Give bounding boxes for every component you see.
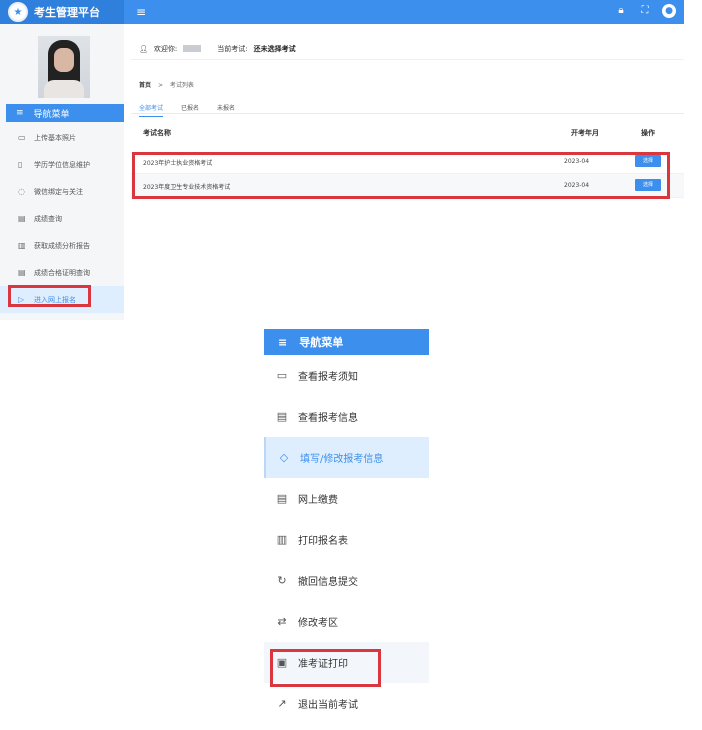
swap-icon: ⇄ <box>277 615 287 628</box>
shield-icon: ◇ <box>279 451 289 464</box>
welcome-bar: 👤︎ 欢迎你: 当前考试: 还未选择考试 <box>131 38 684 60</box>
menu-header-label: 导航菜单 <box>299 336 344 349</box>
menu-item-label: 查看报考信息 <box>298 413 358 424</box>
tab-all-exams[interactable]: 全部考试 <box>139 103 164 117</box>
sidebar-item-label: 学历学位信息维护 <box>34 160 90 169</box>
sidebar-item-scores[interactable]: ▤ 成绩查询 <box>0 205 124 232</box>
emblem-icon: ★ <box>8 2 28 22</box>
highlight-box-admission-ticket <box>270 649 381 687</box>
breadcrumb-current: 考试列表 <box>169 82 194 89</box>
sidebar-item-label: 成绩查询 <box>34 214 62 223</box>
sidebar-header: ≡ 导航菜单 <box>6 104 124 122</box>
menu-item-label: 打印报名表 <box>298 536 348 547</box>
user-icon[interactable]: ● <box>662 4 676 18</box>
document-icon: ▤ <box>18 268 26 277</box>
breadcrumb-home[interactable]: 首页 <box>139 82 151 89</box>
welcome-prefix: 欢迎你: <box>153 44 178 53</box>
menu-header: ≡ 导航菜单 <box>264 329 429 355</box>
sidebar: ≡ 导航菜单 ▭ 上传基本照片 ▯ 学历学位信息维护 ◌ 微信绑定与关注 ▤ 成绩查询 … <box>0 24 124 320</box>
sidebar-item-label: 微信绑定与关注 <box>34 187 83 196</box>
tab-registered[interactable]: 已报名 <box>181 103 199 117</box>
menu-item-print-form[interactable]: ▥ 打印报名表 <box>264 519 429 560</box>
brand: ★ 考生管理平台 <box>0 0 124 24</box>
wechat-icon: ◌ <box>18 187 25 196</box>
column-header-name: 考试名称 <box>143 129 171 137</box>
menu-item-label: 查看报考须知 <box>298 372 358 383</box>
menu-item-label: 修改考区 <box>298 618 338 629</box>
photo-icon: ▭ <box>18 133 26 142</box>
breadcrumb-separator: > <box>157 82 163 89</box>
refresh-icon: ↻ <box>277 574 287 587</box>
lock-icon[interactable]: 🔒︎ <box>614 4 628 18</box>
current-exam-value: 还未选择考试 <box>253 44 296 53</box>
menu-icon: ≡ <box>278 335 288 349</box>
menu-item-edit-info[interactable]: ◇ 填写/修改报考信息 <box>264 437 429 478</box>
menu-item-label: 填写/修改报考信息 <box>300 454 384 465</box>
document-icon: ▤ <box>18 214 26 223</box>
app-title: 考生管理平台 <box>34 6 100 19</box>
exit-icon: ↗ <box>277 697 287 710</box>
column-header-date: 开考年月 <box>571 129 599 137</box>
table-header: 考试名称 开考年月 操作 <box>131 128 684 142</box>
top-icons: 🔒︎ ⛶ ● <box>614 4 676 18</box>
menu-item-label: 退出当前考试 <box>298 700 358 711</box>
sidebar-item-label: 成绩合格证明查询 <box>34 268 90 277</box>
book-icon: ▯ <box>18 160 23 169</box>
user-icon: 👤︎ <box>139 44 148 53</box>
sidebar-item-wechat[interactable]: ◌ 微信绑定与关注 <box>0 178 124 205</box>
sidebar-item-score-report[interactable]: ▥ 获取成绩分析报告 <box>0 232 124 259</box>
current-exam-label: 当前考试: <box>217 44 248 53</box>
sidebar-item-education[interactable]: ▯ 学历学位信息维护 <box>0 151 124 178</box>
menu-icon: ≡ <box>16 108 24 118</box>
report-icon: ▥ <box>18 241 26 250</box>
print-icon: ▥ <box>276 533 288 546</box>
menu-item-view-info[interactable]: ▤ 查看报考信息 <box>264 396 429 437</box>
top-navbar: ★ 考生管理平台 ≡ 🔒︎ ⛶ ● <box>0 0 684 24</box>
menu-toggle-icon[interactable]: ≡ <box>136 5 146 19</box>
user-name-redacted <box>183 45 202 52</box>
sidebar-header-label: 导航菜单 <box>33 109 70 120</box>
tab-unregistered[interactable]: 未报名 <box>217 103 235 117</box>
menu-item-label: 网上缴费 <box>298 495 338 506</box>
menu-item-view-notice[interactable]: ▭ 查看报考须知 <box>264 355 429 396</box>
avatar <box>38 36 90 98</box>
message-icon: ▭ <box>276 369 288 382</box>
breadcrumb: 首页 > 考试列表 <box>139 80 194 89</box>
highlight-box-exam-list <box>132 152 670 199</box>
column-header-action: 操作 <box>641 129 655 137</box>
menu-item-withdraw[interactable]: ↻ 撤回信息提交 <box>264 560 429 601</box>
document-icon: ▤ <box>276 410 288 423</box>
sidebar-item-upload-photo[interactable]: ▭ 上传基本照片 <box>0 124 124 151</box>
highlight-box-registration <box>8 285 91 307</box>
document-icon: ▤ <box>276 492 288 505</box>
menu-item-online-payment[interactable]: ▤ 网上缴费 <box>264 478 429 519</box>
sidebar-item-label: 上传基本照片 <box>34 133 76 142</box>
tab-divider <box>131 113 684 114</box>
exam-tabs: 全部考试 已报名 未报名 <box>139 103 235 117</box>
menu-item-label: 撤回信息提交 <box>298 577 358 588</box>
sidebar-item-certificate[interactable]: ▤ 成绩合格证明查询 <box>0 259 124 286</box>
sidebar-item-label: 获取成绩分析报告 <box>34 241 90 250</box>
menu-item-exit-exam[interactable]: ↗ 退出当前考试 <box>264 683 429 724</box>
fullscreen-icon[interactable]: ⛶ <box>638 4 652 18</box>
menu-item-change-region[interactable]: ⇄ 修改考区 <box>264 601 429 642</box>
